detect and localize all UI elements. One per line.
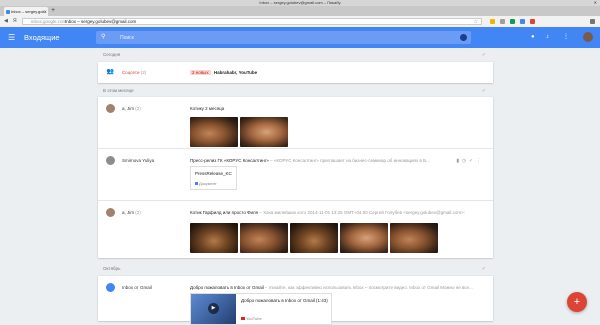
email-row[interactable]: Smirnova Yuliya Пресс-релиз ГК «КОРУС Ко…	[98, 149, 493, 201]
email-row[interactable]: Inbox от Gmail Добро пожаловать в Inbox …	[98, 276, 493, 325]
avatar	[106, 208, 115, 217]
october-card: Inbox от Gmail Добро пожаловать в Inbox …	[98, 276, 493, 325]
video-title: Добро пожаловать в Inbox от Gmail (1:43)	[241, 298, 328, 303]
email-subject: Котику 2 месяца	[190, 106, 225, 111]
cat-photo-thumbnail[interactable]	[190, 117, 238, 147]
search-icon[interactable]: ⚲	[101, 31, 105, 44]
url-page-title: Inbox – sergey.golubev@gmail.com	[65, 19, 137, 24]
bundle-summary: Habrahabr, YouTube	[213, 70, 258, 75]
cat-photo-thumbnail[interactable]	[390, 223, 438, 253]
cat-photo-thumbnail[interactable]	[190, 223, 238, 253]
pin-icon[interactable]: ▮	[456, 158, 459, 164]
account-avatar[interactable]	[583, 32, 593, 42]
bundle-card[interactable]: 👥 Соцсети (2) 2 новых Habrahabr, YouTube	[98, 62, 493, 83]
bookmark-star-icon[interactable]: ☆	[474, 19, 478, 25]
url-host: inbox.google.com	[31, 19, 67, 24]
attachment-type: Документ	[195, 181, 217, 186]
sweep-today-icon[interactable]: ✓	[482, 52, 486, 58]
back-arrow-icon[interactable]: ◀	[4, 16, 8, 27]
reminder-icon[interactable]: ◷	[462, 158, 466, 164]
email-sender: Smirnova Yuliya	[122, 158, 155, 163]
inbox-app-bar: ☰ Входящие ⚲ ● ♪ ⋮	[0, 27, 600, 48]
extension-icon-2[interactable]	[500, 19, 505, 24]
browser-tab[interactable]: Inbox – sergey.golu ✕	[4, 7, 48, 16]
sweep-month-icon[interactable]: ✓	[482, 88, 486, 94]
bundle-summary-line: 2 новых Habrahabr, YouTube	[190, 70, 257, 75]
section-october: Октябрь	[103, 266, 121, 271]
document-icon	[195, 182, 198, 185]
notifications-icon[interactable]: ♪	[546, 27, 549, 48]
cat-photo-thumbnail[interactable]	[290, 223, 338, 253]
inbox-favicon-icon	[6, 9, 10, 14]
tab-label: Inbox – sergey.golu	[11, 9, 46, 14]
new-tab-button[interactable]: +	[51, 7, 55, 15]
search-box[interactable]: ⚲	[96, 31, 471, 44]
social-people-icon: 👥	[106, 69, 115, 75]
section-today: Сегодня	[103, 52, 121, 57]
email-row[interactable]: a, Jim (2) Котику 2 месяца	[98, 97, 493, 149]
new-badge: 2 новых	[190, 70, 211, 75]
youtube-video-card[interactable]: ▶ Добро пожаловать в Inbox от Gmail (1:4…	[190, 293, 332, 325]
extension-icon-3[interactable]	[510, 19, 515, 24]
pinned-toggle-icon[interactable]	[460, 34, 467, 41]
cat-photo-thumbnail[interactable]	[240, 117, 288, 147]
compose-fab-button[interactable]: +	[567, 292, 587, 312]
tab-close-icon[interactable]: ✕	[44, 7, 47, 16]
reminders-icon[interactable]: ●	[531, 27, 535, 48]
tab-bar: Inbox – sergey.golu ✕ +	[0, 6, 600, 16]
yandex-logo-icon[interactable]: Я	[13, 16, 17, 27]
search-input[interactable]	[120, 33, 420, 42]
email-subject-line: Котик Гарфилд или просто Филя – Хаха мил…	[190, 210, 466, 215]
app-title: Входящие	[24, 33, 60, 42]
sweep-october-icon[interactable]: ✓	[482, 266, 486, 272]
email-sender: a, Jim (2)	[122, 210, 141, 215]
url-field[interactable]: inbox.google.com Inbox – sergey.golubev@…	[22, 18, 482, 25]
hamburger-menu-icon[interactable]: ☰	[8, 27, 15, 48]
cat-photo-thumbnail[interactable]	[240, 223, 288, 253]
attachment-name: PressRelease_KC	[195, 171, 232, 176]
bundle-row[interactable]: 👥 Соцсети (2) 2 новых Habrahabr, YouTube	[98, 62, 493, 83]
row-actions: ▮ ◷ ✓ ⋮	[456, 158, 481, 164]
done-icon[interactable]: ✓	[469, 158, 473, 164]
gmail-inbox-avatar	[106, 283, 115, 292]
video-source: YouTube	[241, 316, 262, 321]
email-subject-line: Добро пожаловать в Inbox от Gmail – Узна…	[190, 285, 473, 290]
avatar	[106, 156, 115, 165]
month-card: a, Jim (2) Котику 2 месяца Smirnova Yuli…	[98, 97, 493, 258]
more-icon[interactable]: ⋮	[476, 158, 481, 164]
play-icon[interactable]: ▶	[208, 303, 219, 314]
email-sender: a, Jim (2)	[122, 106, 141, 111]
apps-grid-icon[interactable]: ⋮	[563, 27, 569, 48]
email-subject-line: Пресс-релиз ГК «КОРУС Консалтинг» – «КОР…	[190, 158, 430, 163]
avatar	[106, 104, 115, 113]
email-sender: Inbox от Gmail	[122, 285, 152, 290]
section-this-month: В этом месяце	[103, 88, 134, 93]
extension-icon-1[interactable]	[490, 19, 495, 24]
bundle-label: Соцсети (2)	[122, 70, 147, 75]
bundle-count: (2)	[140, 70, 147, 75]
browser-menu-icon[interactable]	[590, 19, 595, 24]
cat-photo-thumbnail[interactable]	[340, 223, 388, 253]
youtube-icon	[241, 317, 245, 320]
extension-icon-4[interactable]	[520, 19, 525, 24]
extension-icon-5[interactable]	[530, 19, 535, 24]
email-row[interactable]: a, Jim (2) Котик Гарфилд или просто Филя…	[98, 201, 493, 258]
attachment-chip[interactable]: PressRelease_KC Документ	[190, 166, 237, 190]
